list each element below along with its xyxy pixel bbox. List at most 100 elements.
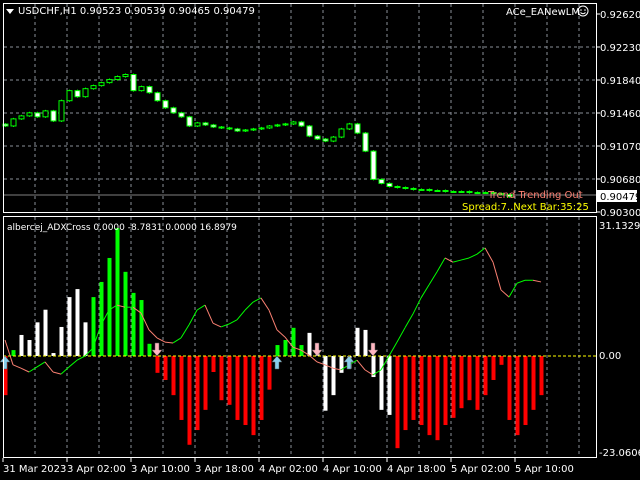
histogram-bar	[275, 345, 280, 356]
candle	[370, 150, 377, 181]
histogram-bar	[491, 356, 496, 380]
histogram-bar	[259, 356, 264, 420]
adx-line-segment	[236, 309, 246, 321]
collapse-triangle-icon[interactable]	[6, 9, 14, 14]
candle	[282, 122, 289, 126]
candle	[346, 122, 353, 130]
histogram-bar	[99, 281, 104, 356]
adx-line-segment	[484, 247, 494, 263]
time-axis-label: 5 Apr 02:00	[451, 464, 510, 475]
candle	[474, 191, 481, 195]
histogram-bar	[475, 356, 480, 410]
histogram-bar	[539, 356, 544, 396]
adx-line-segment	[180, 324, 190, 339]
time-axis: 31 Mar 2023 3 Apr 02:00 3 Apr 10:00 3 Apr 1…	[2, 458, 574, 475]
chart-canvas[interactable]: USDCHF,H1 0.90523 0.90539 0.90465 0.9047…	[0, 0, 640, 480]
histogram-bar	[499, 356, 504, 365]
candle	[338, 127, 345, 139]
adx-line-segment	[20, 367, 30, 373]
candle	[194, 121, 201, 127]
candle	[426, 188, 433, 192]
adx-line-segment	[412, 297, 422, 315]
main-chart-frame	[3, 3, 597, 213]
up-arrow-icon	[0, 355, 11, 370]
adx-line-segment	[356, 359, 366, 371]
candle	[50, 109, 57, 122]
candle	[186, 115, 193, 127]
adx-line-segment	[156, 337, 166, 343]
candle	[386, 182, 393, 188]
adx-line-segment	[28, 366, 38, 373]
histogram-bar	[243, 356, 248, 426]
candle	[90, 84, 97, 90]
adx-line-segment	[428, 271, 438, 286]
candle	[274, 123, 281, 127]
adx-line-segment	[396, 327, 406, 343]
histogram-bar	[331, 356, 336, 396]
candle	[290, 120, 297, 125]
price-axis-label: 0.92230	[600, 43, 640, 54]
histogram-bar	[291, 327, 296, 356]
price-axis-label: 0.91070	[600, 142, 640, 153]
candle	[434, 189, 441, 192]
adx-line-segment	[460, 257, 470, 261]
candle	[314, 135, 321, 141]
histogram-bar	[43, 309, 48, 356]
histogram-bar	[227, 356, 232, 405]
down-arrow-icon	[367, 342, 379, 357]
adx-line-segment	[188, 309, 198, 326]
histogram-bar	[19, 334, 24, 356]
price-axis-label: 0.92620	[600, 10, 640, 21]
adx-line-segment	[212, 322, 222, 328]
candle	[218, 125, 225, 129]
adx-line-segment	[508, 282, 518, 298]
histogram-bar	[115, 228, 120, 356]
spread-text: Spread:7..Next Bar:35:25	[462, 202, 589, 213]
histogram-bar	[123, 271, 128, 356]
candle	[322, 138, 329, 143]
adx-line-segment	[468, 253, 478, 259]
candle	[234, 127, 241, 133]
histogram-bar	[467, 356, 472, 401]
candle	[178, 111, 185, 118]
histogram-bar	[147, 343, 152, 356]
indicator-zero-label: 0.00	[599, 351, 621, 362]
price-axis: 0.92620 0.92230 0.91840 0.91460 0.91070 0.906…	[596, 10, 640, 219]
candle	[122, 73, 129, 78]
adx-line-segment	[532, 279, 542, 283]
histogram-bar	[75, 289, 80, 356]
candle	[98, 81, 105, 87]
histogram-bar	[171, 356, 176, 396]
candle	[10, 117, 17, 127]
candle	[298, 120, 305, 127]
histogram-bar	[507, 356, 512, 420]
histogram-bar	[27, 340, 32, 356]
histogram-bar	[267, 356, 272, 390]
histogram-bar	[179, 356, 184, 420]
candle	[362, 132, 369, 153]
candle	[42, 109, 49, 118]
histogram-bar	[235, 356, 240, 420]
adx-line-segment	[476, 247, 486, 255]
candle	[82, 87, 89, 98]
adx-line-segment	[452, 259, 462, 263]
time-axis-label: 3 Apr 10:00	[131, 464, 190, 475]
adx-line-segment	[404, 313, 414, 329]
histogram-bar	[283, 340, 288, 356]
expert-name: ACe_EANewLM	[506, 7, 580, 18]
time-axis-label: 31 Mar 2023	[3, 464, 66, 475]
adx-line-segment	[164, 341, 174, 344]
candle	[442, 189, 449, 193]
up-arrow-icon	[271, 355, 283, 370]
candle	[18, 114, 25, 120]
histogram-bar	[195, 356, 200, 431]
time-axis-label: 5 Apr 10:00	[515, 464, 574, 475]
trend-text: Trend Trending Out	[487, 190, 583, 201]
candle	[170, 106, 177, 114]
histogram-bar	[67, 297, 72, 356]
candle	[330, 136, 337, 143]
candle	[242, 128, 249, 133]
candle	[106, 78, 113, 84]
candle	[154, 91, 161, 102]
adx-line-segment	[244, 301, 254, 311]
